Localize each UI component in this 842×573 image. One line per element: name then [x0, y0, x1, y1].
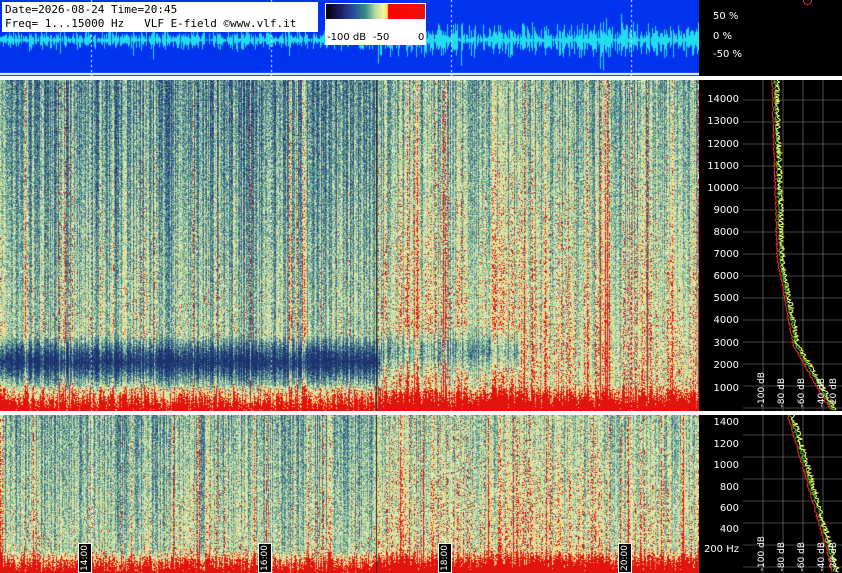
low-freq-tick: 800 — [719, 482, 739, 493]
low-freq-tick: 200 Hz — [703, 544, 739, 555]
db-axis-label: -100 dB — [757, 371, 767, 407]
time-label: 14:00 — [78, 543, 92, 573]
db-axis-label: -60 dB — [797, 377, 807, 407]
main-freq-tick: 8000 — [713, 227, 739, 238]
main-freq-tick: 6000 — [713, 271, 739, 282]
amplitude-tick-50: 50 % — [713, 11, 739, 22]
colorbar-label-max: 0 — [418, 32, 425, 43]
main-freq-tick: 7000 — [713, 249, 739, 260]
amplitude-tick-minus50: -50 % — [713, 49, 743, 60]
main-spectrogram-image — [0, 80, 699, 411]
amplitude-tick-0: 0 % — [713, 31, 733, 42]
colorbar-legend: -100 dB -50 0 — [325, 3, 426, 45]
low-freq-tick: 1200 — [713, 439, 739, 450]
status-dot-icon — [803, 0, 812, 5]
main-freq-tick: 11000 — [707, 161, 739, 172]
header-info: Date=2026-08-24 Time=20:45 Freq= 1...150… — [2, 2, 318, 32]
db-axis-label: -40 dB — [817, 377, 827, 407]
time-label: 18:00 — [438, 543, 452, 573]
db-axis-label: -60 dB — [797, 541, 807, 571]
main-freq-tick: 5000 — [713, 293, 739, 304]
low-spectrogram-image — [0, 415, 699, 573]
main-frequency-axis: 14000 13000 12000 11000 10000 9000 8000 7000 600… — [699, 80, 743, 411]
low-frequency-axis: 1400 1200 1000 800 600 400 200 Hz — [699, 415, 743, 573]
vlf-spectrogram-display: Date=2026-08-24 Time=20:45 Freq= 1...150… — [0, 0, 842, 573]
waveform-strip: Date=2026-08-24 Time=20:45 Freq= 1...150… — [0, 0, 699, 76]
low-freq-tick: 600 — [719, 503, 739, 514]
colorbar-gradient — [326, 4, 425, 19]
db-axis-label: -20 dB — [829, 541, 839, 571]
db-axis-label: -20 dB — [829, 377, 839, 407]
db-axis-label: -80 dB — [777, 377, 787, 407]
main-freq-tick: 14000 — [707, 94, 739, 105]
main-spectrum-curves — [743, 79, 842, 411]
db-axis-label: -100 dB — [757, 535, 767, 571]
main-freq-tick: 1000 — [713, 383, 739, 394]
low-frequency-spectrogram: 14:00 16:00 18:00 20:00 — [0, 415, 699, 573]
main-freq-tick: 4000 — [713, 315, 739, 326]
date-time-label: Date=2026-08-24 Time=20:45 — [5, 3, 178, 16]
db-axis-label: -40 dB — [817, 541, 827, 571]
main-freq-tick: 3000 — [713, 338, 739, 349]
low-freq-tick: 400 — [719, 524, 739, 535]
time-label: 20:00 — [618, 543, 632, 573]
main-spectrogram — [0, 80, 699, 411]
low-freq-tick: 1400 — [713, 417, 739, 428]
db-axis-label: -80 dB — [777, 541, 787, 571]
frequency-range-label: Freq= 1...15000 Hz VLF E-field ©www.vlf.… — [5, 17, 297, 30]
main-spectrum-plot: -100 dB -80 dB -60 dB -40 dB -20 dB — [743, 79, 842, 411]
amplitude-scale: 50 % 0 % -50 % — [699, 0, 842, 76]
main-freq-tick: 12000 — [707, 139, 739, 150]
main-freq-tick: 10000 — [707, 183, 739, 194]
low-freq-tick: 1000 — [713, 460, 739, 471]
low-spectrum-plot: -100 dB -80 dB -60 dB -40 dB -20 dB — [743, 414, 842, 573]
colorbar-label-min: -100 dB — [327, 32, 367, 43]
main-freq-tick: 13000 — [707, 116, 739, 127]
spectrum-curve-yellow — [773, 79, 837, 411]
main-freq-tick: 2000 — [713, 360, 739, 371]
main-freq-tick: 9000 — [713, 205, 739, 216]
time-label: 16:00 — [258, 543, 272, 573]
colorbar-label-mid: -50 — [373, 32, 390, 43]
